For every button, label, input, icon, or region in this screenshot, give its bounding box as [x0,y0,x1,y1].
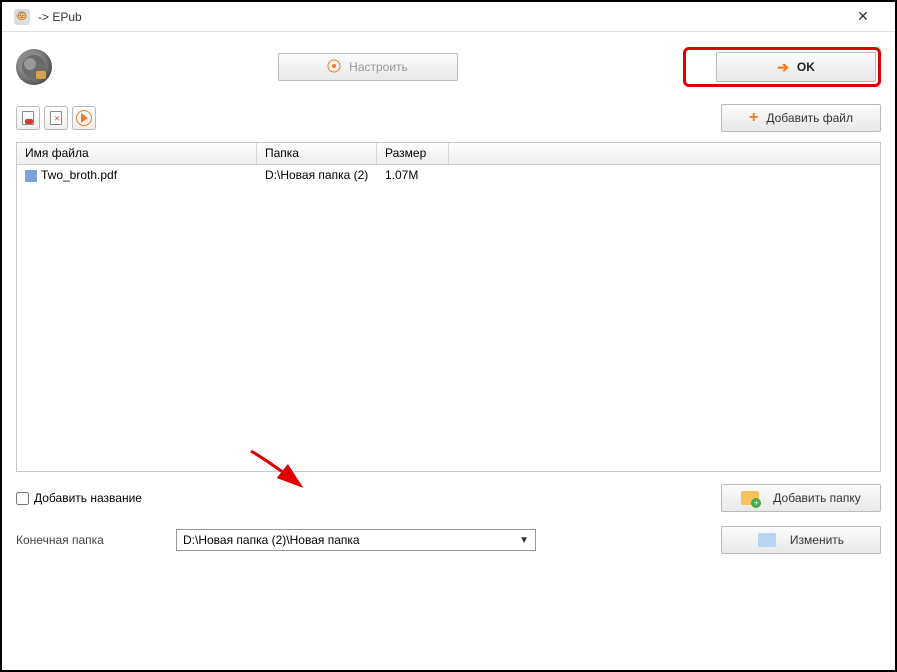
folder-icon [758,533,776,547]
cell-filename: Two_broth.pdf [17,165,257,185]
chevron-down-icon: ▼ [519,535,529,546]
settings-button[interactable]: Настроить [278,53,458,81]
cell-folder: D:\Новая папка (2) [257,165,377,185]
clear-file-button[interactable] [44,106,68,130]
titlebar: 🐵 -> EPub ✕ [2,2,895,32]
header-folder[interactable]: Папка [257,143,377,164]
folder-plus-icon [741,491,759,505]
gear-icon [327,59,341,76]
add-folder-button[interactable]: Добавить папку [721,484,881,512]
play-button[interactable] [72,106,96,130]
close-button[interactable]: ✕ [843,8,883,25]
add-file-label: Добавить файл [766,111,853,125]
ok-highlight: ➔ OK [683,47,881,87]
cell-size: 1.07M [377,165,449,185]
file-icon [25,170,37,182]
remove-file-button[interactable] [16,106,40,130]
document-remove-icon [22,111,34,125]
header-filename[interactable]: Имя файла [17,143,257,164]
add-folder-label: Добавить папку [773,491,860,505]
add-title-label: Добавить название [34,491,142,505]
ok-button[interactable]: ➔ OK [716,52,876,82]
arrow-right-icon: ➔ [777,59,789,76]
dest-folder-label: Конечная папка [16,533,126,547]
dest-folder-value: D:\Новая папка (2)\Новая папка [183,533,360,547]
header-size[interactable]: Размер [377,143,449,164]
dest-folder-combo[interactable]: D:\Новая папка (2)\Новая папка ▼ [176,529,536,551]
table-header: Имя файла Папка Размер [17,143,880,165]
file-table: Имя файла Папка Размер Two_broth.pdf D:\… [16,142,881,472]
change-button[interactable]: Изменить [721,526,881,554]
settings-label: Настроить [349,60,408,74]
app-logo [16,49,52,85]
play-icon [76,110,92,126]
plus-icon: + [749,109,758,127]
table-row[interactable]: Two_broth.pdf D:\Новая папка (2) 1.07M [17,165,880,185]
app-icon: 🐵 [14,9,30,25]
change-label: Изменить [790,533,844,547]
add-title-checkbox[interactable] [16,492,29,505]
add-file-button[interactable]: + Добавить файл [721,104,881,132]
ok-label: OK [797,60,815,74]
document-clear-icon [50,111,62,125]
window-title: -> EPub [38,10,82,24]
